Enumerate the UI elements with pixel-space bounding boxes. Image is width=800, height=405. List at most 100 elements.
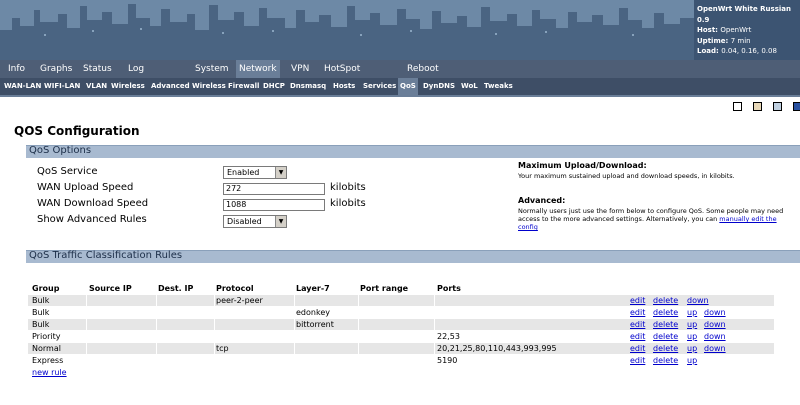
menu-reboot[interactable]: Reboot (404, 60, 442, 78)
edit-link[interactable]: edit (630, 331, 645, 342)
qos-service-select[interactable]: Enabled ▼ (223, 166, 287, 179)
edit-link[interactable]: edit (630, 295, 645, 306)
edit-link[interactable]: edit (630, 319, 645, 330)
download-speed-input[interactable]: 1088 (223, 199, 325, 211)
main-menu: Info Graphs Status Log System Network VP… (0, 60, 800, 78)
delete-link[interactable]: delete (653, 319, 678, 330)
submenu-vlan[interactable]: VLAN (84, 78, 109, 95)
upload-speed-label: WAN Upload Speed (37, 182, 134, 193)
menu-graphs[interactable]: Graphs (37, 60, 75, 78)
row-group: Express (32, 356, 64, 365)
load-label: Load: (697, 47, 719, 55)
submenu-wireless[interactable]: Wireless (109, 78, 147, 95)
up-link[interactable]: up (687, 355, 697, 366)
uptime-value: 7 min (730, 36, 751, 45)
submenu-dhcp[interactable]: DHCP (261, 78, 287, 95)
edit-link[interactable]: edit (630, 307, 645, 318)
theme-swatch-lightblue[interactable] (773, 102, 782, 111)
table-row: Bulk bittorrent edit delete up down (28, 319, 774, 330)
table-row: Bulk peer-2-peer edit delete down (28, 295, 774, 306)
table-row: Priority 22,53 edit delete up down (28, 331, 774, 342)
delete-link[interactable]: delete (653, 343, 678, 354)
host-label: Host: (697, 26, 718, 34)
col-port-range: Port range (360, 284, 409, 293)
download-speed-label: WAN Download Speed (37, 198, 149, 209)
row-protocol: tcp (216, 344, 229, 353)
delete-link[interactable]: delete (653, 355, 678, 366)
sub-menu: WAN-LAN WIFI-LAN VLAN Wireless Advanced … (0, 78, 800, 97)
down-link[interactable]: down (704, 331, 726, 342)
col-ports: Ports (437, 284, 461, 293)
row-ports: 5190 (437, 356, 458, 365)
edit-link[interactable]: edit (630, 343, 645, 354)
delete-link[interactable]: delete (653, 331, 678, 342)
menu-system[interactable]: System (192, 60, 232, 78)
dropdown-arrow-icon: ▼ (275, 167, 286, 178)
firmware-title: OpenWrt White Russian 0.9 (697, 5, 791, 24)
submenu-wan-lan[interactable]: WAN-LAN (2, 78, 43, 95)
new-rule-link[interactable]: new rule (32, 368, 67, 377)
submenu-wifi-lan[interactable]: WIFI-LAN (42, 78, 82, 95)
theme-swatch-tan[interactable] (753, 102, 762, 111)
down-link[interactable]: down (704, 307, 726, 318)
up-link[interactable]: up (687, 343, 697, 354)
rules-section-title: QoS Traffic Classification Rules (29, 250, 183, 261)
advanced-rules-select[interactable]: Disabled ▼ (223, 215, 287, 228)
col-protocol: Protocol (216, 284, 254, 293)
qos-service-label: QoS Service (37, 166, 98, 177)
menu-network[interactable]: Network (236, 60, 280, 78)
upload-speed-input[interactable]: 272 (223, 183, 325, 195)
submenu-dnsmasq[interactable]: Dnsmasq (288, 78, 328, 95)
host-value: OpenWrt (720, 26, 752, 34)
down-link[interactable]: down (704, 343, 726, 354)
theme-swatch-blue[interactable] (793, 102, 800, 111)
menu-hotspot[interactable]: HotSpot (321, 60, 363, 78)
advanced-rules-label: Show Advanced Rules (37, 214, 147, 225)
up-link[interactable]: up (687, 307, 697, 318)
help-advanced-block: Normally users just use the form below t… (518, 207, 788, 231)
row-protocol: peer-2-peer (216, 296, 263, 305)
help-maxud-text: Your maximum sustained upload and downlo… (518, 172, 735, 180)
col-source-ip: Source IP (89, 284, 132, 293)
submenu-qos[interactable]: QoS (398, 78, 418, 95)
upload-speed-unit: kilobits (330, 182, 366, 193)
row-layer7: edonkey (296, 308, 330, 317)
menu-log[interactable]: Log (125, 60, 147, 78)
download-speed-unit: kilobits (330, 198, 366, 209)
up-link[interactable]: up (687, 319, 697, 330)
submenu-dyndns[interactable]: DynDNS (421, 78, 457, 95)
theme-swatch-white[interactable] (733, 102, 742, 111)
submenu-tweaks[interactable]: Tweaks (482, 78, 515, 95)
uptime-label: Uptime: (697, 36, 729, 45)
row-group: Normal (32, 344, 61, 353)
header-banner: OpenWrt White Russian 0.9 Host: OpenWrt … (0, 0, 800, 60)
dropdown-arrow-icon: ▼ (275, 216, 286, 227)
edit-link[interactable]: edit (630, 355, 645, 366)
menu-info[interactable]: Info (5, 60, 28, 78)
menu-status[interactable]: Status (80, 60, 115, 78)
submenu-services[interactable]: Services (361, 78, 398, 95)
up-link[interactable]: up (687, 331, 697, 342)
col-layer7: Layer-7 (296, 284, 330, 293)
col-dest-ip: Dest. IP (158, 284, 194, 293)
down-link[interactable]: down (687, 295, 709, 306)
advanced-rules-value: Disabled (227, 217, 262, 226)
delete-link[interactable]: delete (653, 295, 678, 306)
down-link[interactable]: down (704, 319, 726, 330)
help-maxud-title: Maximum Upload/Download: (518, 161, 647, 170)
rules-section-header: QoS Traffic Classification Rules (26, 250, 800, 263)
menu-vpn[interactable]: VPN (288, 60, 312, 78)
table-row: Bulk edonkey edit delete up down (28, 307, 774, 318)
help-advanced-title: Advanced: (518, 196, 566, 205)
submenu-advanced-wireless[interactable]: Advanced Wireless (149, 78, 228, 95)
row-ports: 20,21,25,80,110,443,993,995 (437, 344, 557, 353)
delete-link[interactable]: delete (653, 307, 678, 318)
row-group: Bulk (32, 320, 50, 329)
submenu-firewall[interactable]: Firewall (226, 78, 261, 95)
submenu-wol[interactable]: WoL (459, 78, 480, 95)
submenu-hosts[interactable]: Hosts (331, 78, 357, 95)
qos-service-value: Enabled (227, 168, 260, 177)
qos-options-section-header: QoS Options (26, 145, 800, 158)
skyline-graphic (0, 0, 800, 60)
load-value: 0.04, 0.16, 0.08 (721, 47, 777, 55)
